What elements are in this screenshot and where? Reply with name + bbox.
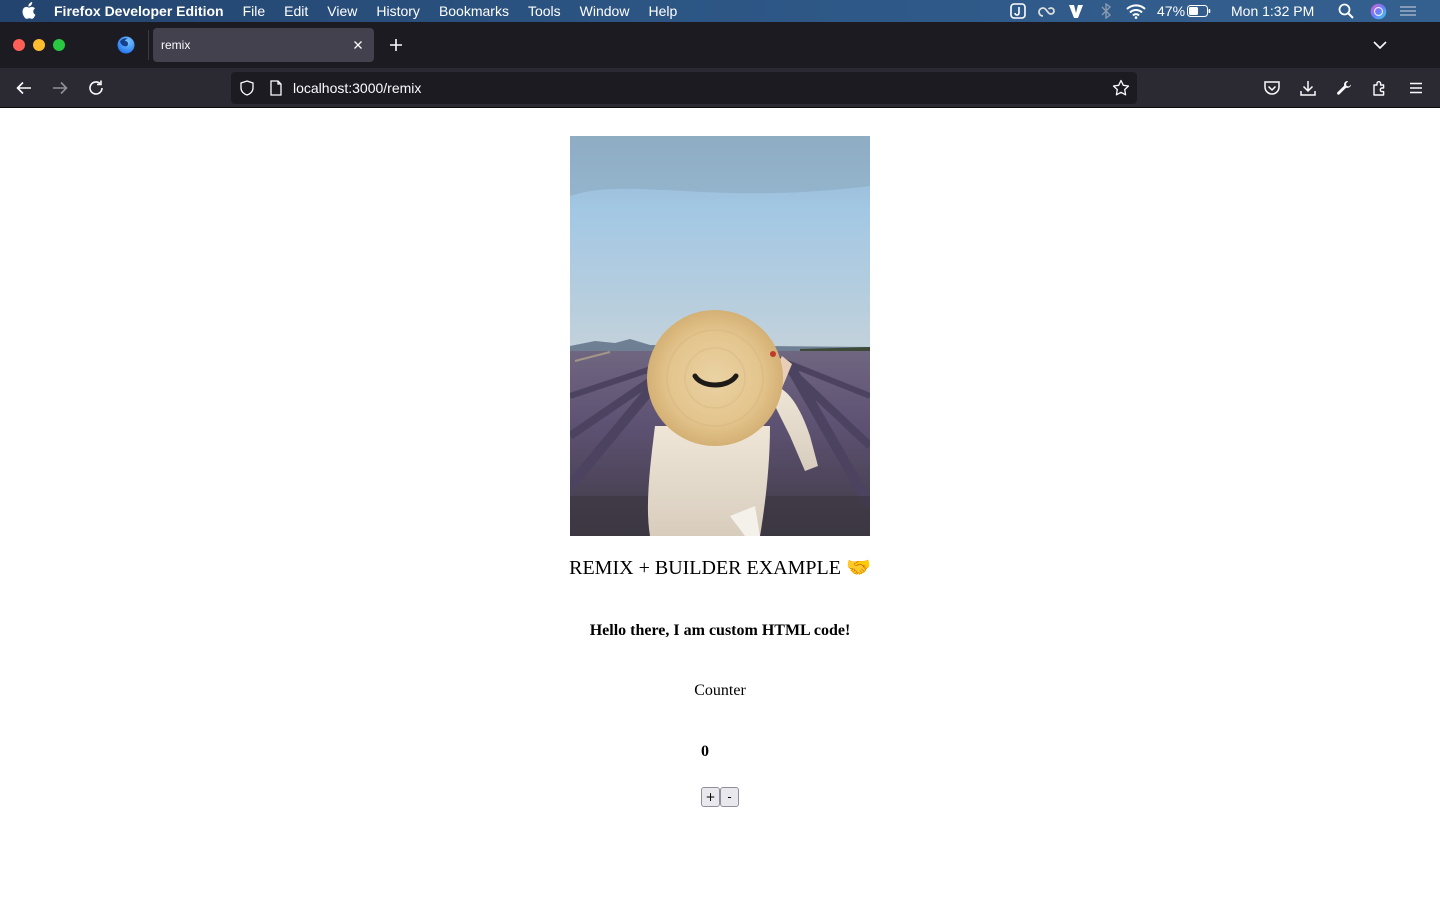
- developer-tools-wrench-icon[interactable]: [1334, 78, 1354, 98]
- battery-icon[interactable]: [1187, 3, 1211, 19]
- window-close-button[interactable]: [13, 39, 25, 51]
- menu-app-name[interactable]: Firefox Developer Edition: [54, 0, 224, 22]
- tab-title: remix: [161, 38, 191, 52]
- pocket-icon[interactable]: [1262, 78, 1282, 98]
- menu-tools[interactable]: Tools: [528, 0, 561, 22]
- macos-menu-bar: Firefox Developer Edition File Edit View…: [0, 0, 1440, 22]
- forward-arrow-icon[interactable]: [50, 78, 70, 98]
- battery-percent: 47%: [1157, 3, 1186, 19]
- tab-separator: [148, 30, 149, 60]
- menu-file[interactable]: File: [243, 0, 266, 22]
- siri-icon[interactable]: [1370, 3, 1387, 19]
- counter-value: 0: [701, 743, 709, 760]
- menu-help[interactable]: Help: [648, 0, 677, 22]
- tab-close-icon[interactable]: [350, 37, 366, 53]
- increment-button[interactable]: +: [701, 787, 720, 807]
- page-heading: REMIX + BUILDER EXAMPLE 🤝: [569, 557, 871, 579]
- menu-bookmarks[interactable]: Bookmarks: [439, 0, 509, 22]
- spotlight-search-icon[interactable]: [1338, 3, 1354, 19]
- bluetooth-icon[interactable]: [1100, 3, 1112, 19]
- app-menu-hamburger-icon[interactable]: [1406, 78, 1426, 98]
- tracking-protection-shield-icon[interactable]: [239, 80, 255, 96]
- custom-html-text: Hello there, I am custom HTML code!: [589, 622, 851, 639]
- decrement-button[interactable]: -: [720, 787, 739, 807]
- url-text[interactable]: localhost:3000/remix: [293, 72, 421, 104]
- menu-clock[interactable]: Mon 1:32 PM: [1231, 0, 1314, 22]
- counter-label: Counter: [694, 682, 746, 699]
- navigation-toolbar: localhost:3000/remix: [0, 68, 1440, 108]
- page-viewport: REMIX + BUILDER EXAMPLE 🤝 Hello there, I…: [0, 108, 1440, 900]
- window-zoom-button[interactable]: [53, 39, 65, 51]
- menu-history[interactable]: History: [376, 0, 420, 22]
- page-info-icon[interactable]: [268, 80, 284, 96]
- new-tab-plus-icon[interactable]: [386, 35, 406, 55]
- tab-strip: remix: [0, 22, 1440, 68]
- status-app-icon[interactable]: [1010, 3, 1026, 19]
- address-bar[interactable]: localhost:3000/remix: [231, 72, 1137, 104]
- firefox-pinned-tab-icon[interactable]: [116, 35, 136, 55]
- tab-remix[interactable]: remix: [153, 28, 374, 62]
- extensions-puzzle-icon[interactable]: [1370, 78, 1390, 98]
- bookmark-star-icon[interactable]: [1112, 79, 1130, 97]
- menu-window[interactable]: Window: [580, 0, 630, 22]
- menu-view[interactable]: View: [327, 0, 357, 22]
- counter-controls: + -: [701, 787, 739, 807]
- list-all-tabs-chevron-icon[interactable]: [1370, 35, 1390, 55]
- hero-image-woman-with-straw-hat-in-lavender-field: [570, 136, 870, 536]
- apple-logo-icon[interactable]: [20, 2, 36, 20]
- wifi-icon[interactable]: [1126, 3, 1146, 19]
- vim-icon[interactable]: [1068, 3, 1084, 19]
- creative-cloud-icon[interactable]: [1037, 3, 1057, 19]
- back-arrow-icon[interactable]: [14, 78, 34, 98]
- window-minimize-button[interactable]: [33, 39, 45, 51]
- menu-edit[interactable]: Edit: [284, 0, 308, 22]
- reload-icon[interactable]: [86, 78, 106, 98]
- control-center-icon[interactable]: [1399, 3, 1417, 19]
- downloads-icon[interactable]: [1298, 78, 1318, 98]
